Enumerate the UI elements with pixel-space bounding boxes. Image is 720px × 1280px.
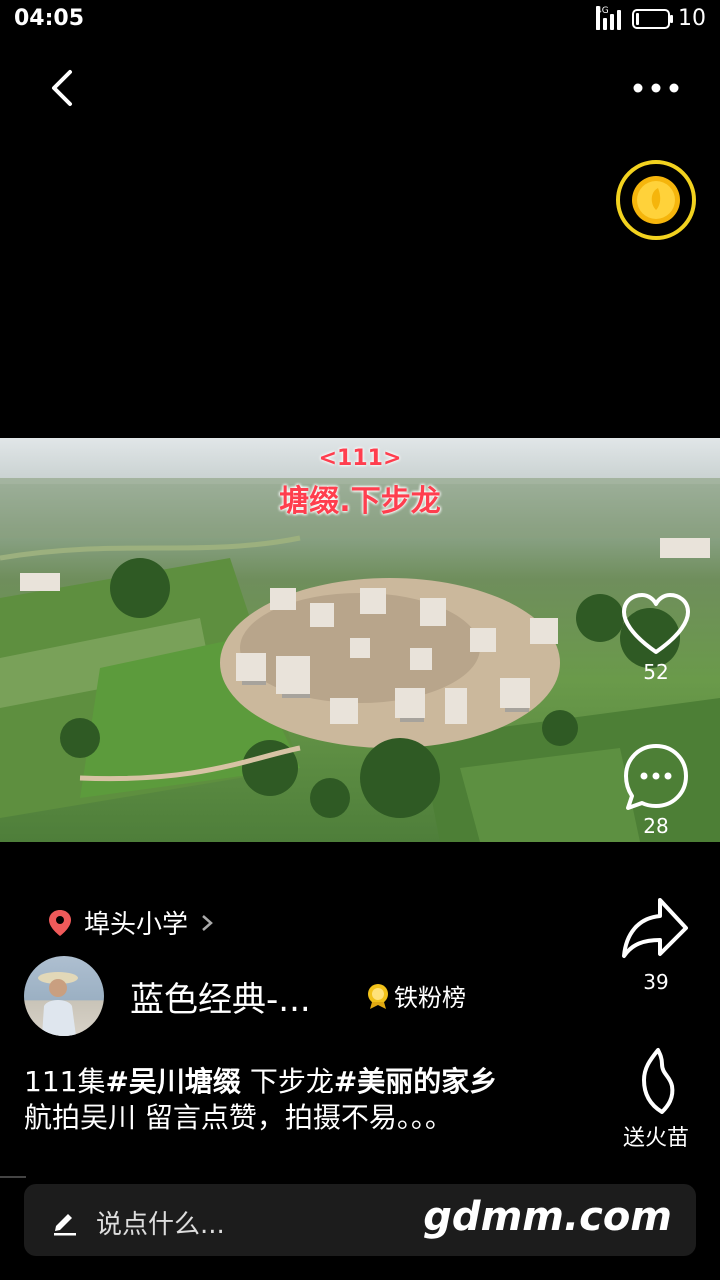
battery-icon	[632, 8, 673, 29]
coin-icon	[616, 160, 696, 240]
comment-input-bar[interactable]: 说点什么... gdmm.com	[24, 1184, 696, 1256]
hashtag-wuchuan[interactable]: #吴川塘缀	[105, 1065, 240, 1098]
fan-rank-button[interactable]: 铁粉榜	[366, 978, 466, 1013]
location-label: 埠头小学	[84, 910, 189, 940]
author-name[interactable]: 蓝色经典-...	[130, 972, 311, 1021]
divider	[0, 1176, 26, 1178]
status-time: 04:05	[14, 6, 85, 31]
status-indicators: 4G 10	[596, 5, 706, 31]
chevron-right-icon	[202, 914, 213, 931]
watermark: gdmm.com	[423, 1194, 672, 1240]
share-count: 39	[643, 970, 669, 994]
avatar[interactable]	[24, 956, 104, 1036]
like-count: 52	[643, 660, 669, 684]
fan-rank-label: 铁粉榜	[394, 984, 466, 1012]
signal-icon: 4G	[596, 5, 624, 30]
more-button[interactable]	[626, 72, 686, 102]
episode-overlay: <111>	[318, 446, 402, 471]
flame-icon	[642, 1048, 675, 1114]
desc-place: 下步龙	[240, 1065, 334, 1098]
share-icon	[622, 898, 688, 958]
hashtag-hometown[interactable]: #美丽的家乡	[334, 1065, 497, 1098]
comment-icon	[624, 744, 688, 810]
medal-icon	[368, 983, 388, 1009]
back-button[interactable]	[40, 64, 88, 112]
avatar-image	[38, 972, 78, 1036]
video-player[interactable]: <111> 塘缀.下步龙	[0, 438, 720, 842]
location-pin-icon	[49, 909, 71, 936]
video-title-overlay: 塘缀.下步龙	[279, 484, 441, 519]
comment-button[interactable]: 28	[620, 742, 692, 838]
comment-placeholder: 说点什么...	[96, 1210, 225, 1240]
more-icon	[633, 83, 679, 93]
like-button[interactable]: 52	[620, 592, 692, 684]
send-flame-label: 送火苗	[622, 1126, 689, 1151]
share-button[interactable]: 39	[620, 894, 692, 994]
send-flame-button[interactable]: 送火苗	[612, 1046, 700, 1152]
pencil-icon	[54, 1214, 76, 1236]
location-tag[interactable]: 埠头小学	[48, 904, 214, 941]
desc-episode: 111集	[24, 1065, 106, 1098]
battery-fill	[636, 12, 639, 25]
desc-line2: 航拍吴川 留言点赞，拍摄不易。。。	[24, 1101, 453, 1134]
chevron-left-icon	[52, 70, 72, 106]
coin-reward-button[interactable]	[614, 158, 698, 242]
battery-percent: 10	[678, 6, 706, 31]
comment-count: 28	[643, 814, 669, 838]
video-description: 111集#吴川塘缀 下步龙#美丽的家乡 航拍吴川 留言点赞，拍摄不易。。。	[24, 1064, 604, 1136]
author-info[interactable]: 蓝色经典-...	[24, 956, 311, 1036]
heart-icon	[622, 593, 690, 654]
